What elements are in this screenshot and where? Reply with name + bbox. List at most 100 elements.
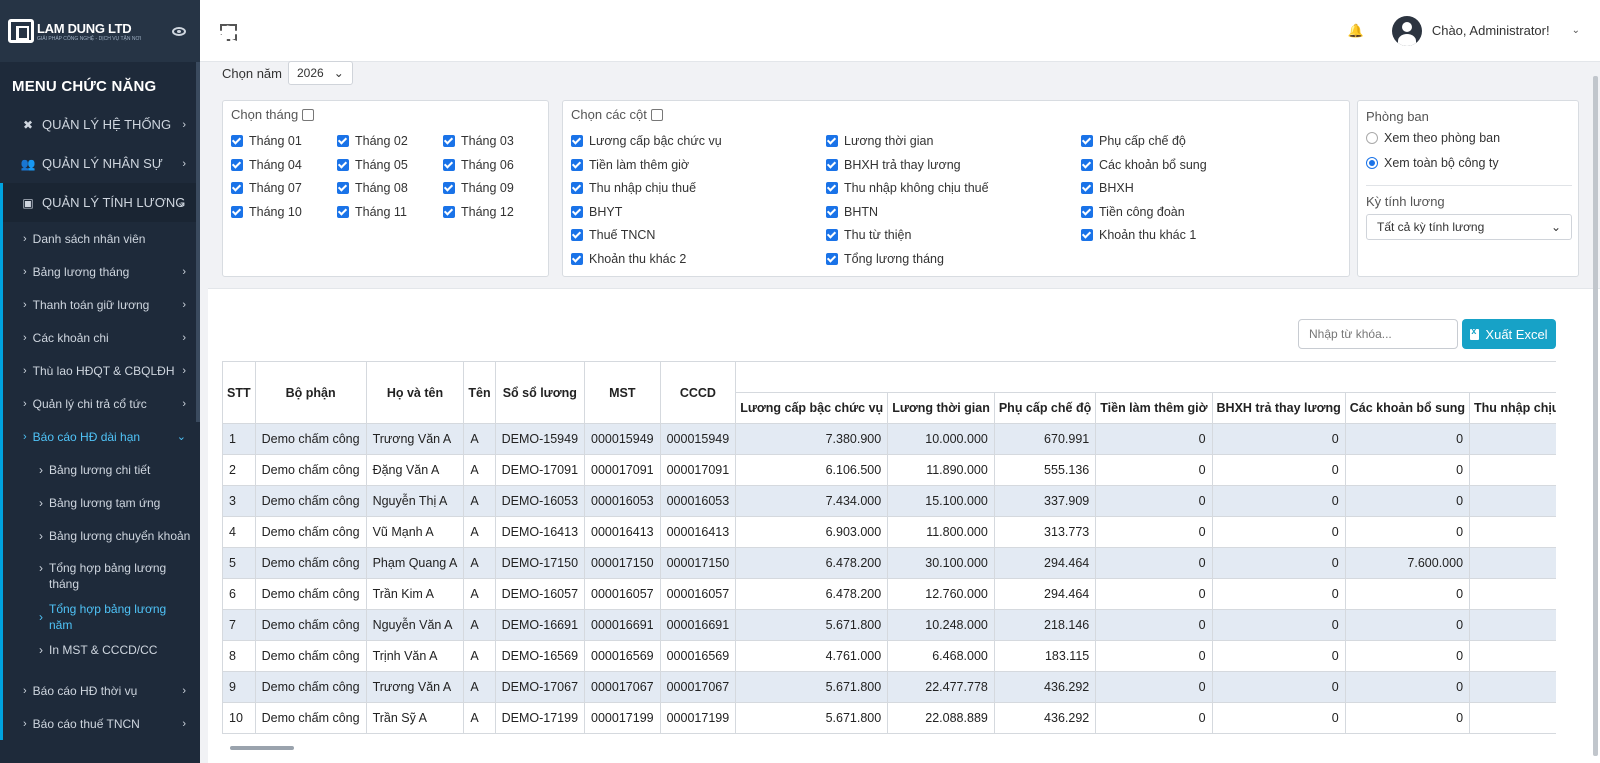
menu-item-label: QUẢN LÝ HỆ THỐNG bbox=[42, 117, 172, 132]
brand-tagline: GIẢI PHÁP CÔNG NGHỆ - DỊCH VỤ TẬN NƠI bbox=[37, 35, 142, 42]
column-checkbox[interactable]: Khoản thu khác 1 bbox=[1081, 228, 1196, 242]
table-cell: 0 bbox=[1211, 609, 1346, 641]
year-filter: Chọn năm 2026 ⌄ bbox=[222, 61, 353, 85]
month-checkbox[interactable]: Tháng 06 bbox=[443, 158, 514, 172]
table-row[interactable]: 7 Demo chấm công Nguyễn Văn A A DEMO-16691 00… bbox=[222, 609, 1556, 641]
select-all-columns-checkbox[interactable] bbox=[650, 108, 663, 121]
month-checkbox[interactable]: Tháng 01 bbox=[231, 134, 302, 148]
subsub-item-print-id[interactable]: › In MST & CCCD/CC bbox=[3, 633, 200, 666]
table-row[interactable]: 8 Demo chấm công Trịnh Văn A A DEMO-16569 000… bbox=[222, 640, 1556, 672]
column-checkbox[interactable]: Tiền làm thêm giờ bbox=[571, 158, 689, 172]
month-checkbox[interactable]: Tháng 02 bbox=[337, 134, 408, 148]
column-checkbox[interactable]: Khoản thu khác 2 bbox=[571, 252, 686, 266]
sub-item-salary-hold[interactable]: › Thanh toán giữ lương › bbox=[3, 288, 200, 321]
month-checkbox[interactable]: Tháng 05 bbox=[337, 158, 408, 172]
period-select[interactable]: Tất cả kỳ tính lương ⌄ bbox=[1366, 214, 1572, 240]
table-cell: Nguyễn Thị A bbox=[365, 485, 465, 517]
table-row[interactable]: 10 Demo chấm công Trần Sỹ A A DEMO-17199 0000… bbox=[222, 702, 1556, 734]
table-cell: 5.671.800 bbox=[735, 609, 889, 641]
radio-whole-company[interactable]: Xem toàn bộ công ty bbox=[1366, 156, 1499, 170]
chevron-right-icon: › bbox=[182, 157, 186, 170]
chevron-down-icon[interactable]: ⌄ bbox=[1572, 25, 1580, 36]
month-checkbox[interactable]: Tháng 03 bbox=[443, 134, 514, 148]
money-icon: ▣ bbox=[22, 195, 34, 210]
month-checkbox[interactable]: Tháng 09 bbox=[443, 181, 514, 195]
fullscreen-icon[interactable] bbox=[220, 24, 233, 37]
table-row[interactable]: 4 Demo chấm công Vũ Mạnh A A DEMO-16413 00001… bbox=[222, 516, 1556, 548]
select-all-months-checkbox[interactable] bbox=[302, 108, 315, 121]
bell-icon[interactable]: 🔔 bbox=[1348, 23, 1364, 39]
sub-item-employee-list[interactable]: › Danh sách nhân viên bbox=[3, 222, 200, 255]
subsub-item-transfer[interactable]: › Bảng lương chuyển khoản bbox=[3, 519, 200, 552]
checkbox-checked-icon bbox=[443, 135, 455, 147]
table-row[interactable]: 5 Demo chấm công Phạm Quang A A DEMO-17150 00… bbox=[222, 547, 1556, 579]
sub-item-board-pay[interactable]: › Thù lao HĐQT & CBQLĐH › bbox=[3, 354, 200, 387]
subsub-item-detail[interactable]: › Bảng lương chi tiết bbox=[3, 453, 200, 486]
sub-item-seasonal-report[interactable]: › Báo cáo HĐ thời vụ › bbox=[3, 674, 200, 707]
column-checkbox[interactable]: Lương cấp bậc chức vụ bbox=[571, 134, 722, 148]
sub-item-dividends[interactable]: › Quản lý chi trả cổ tức › bbox=[3, 387, 200, 420]
sub-item-longterm-report[interactable]: › Báo cáo HĐ dài hạn ⌄ bbox=[3, 420, 200, 453]
column-checkbox[interactable]: Các khoản bổ sung bbox=[1081, 158, 1207, 172]
subsub-item-advance[interactable]: › Bảng lương tạm ứng bbox=[3, 486, 200, 519]
column-checkbox[interactable]: Thu từ thiện bbox=[826, 228, 911, 242]
sub-item-monthly-payroll[interactable]: › Bảng lương tháng › bbox=[3, 255, 200, 288]
brand-bar: LAM DUNG LTD GIẢI PHÁP CÔNG NGHỆ - DỊCH … bbox=[0, 0, 200, 62]
payroll-table-container[interactable]: STT Bộ phận Họ và tên Tên Sổ sổ lương MST CCCD… bbox=[222, 361, 1556, 745]
column-checkbox[interactable]: Phụ cấp chế độ bbox=[1081, 134, 1186, 148]
table-cell: 000016691 bbox=[659, 609, 737, 641]
column-checkbox[interactable]: BHXH bbox=[1081, 181, 1134, 195]
month-checkbox[interactable]: Tháng 12 bbox=[443, 205, 514, 219]
subsub-item-monthly-summary[interactable]: › Tổng hợp bảng lương tháng bbox=[3, 552, 200, 600]
column-checkbox[interactable]: Thuế TNCN bbox=[571, 228, 655, 242]
table-cell: Trương Văn A bbox=[365, 671, 465, 703]
month-checkbox[interactable]: Tháng 04 bbox=[231, 158, 302, 172]
table-cell: 7 bbox=[222, 609, 256, 641]
column-checkbox[interactable]: BHTN bbox=[826, 205, 878, 219]
table-cell: 000015949 bbox=[584, 423, 661, 455]
menu-item-system[interactable]: ✖ QUẢN LÝ HỆ THỐNG › bbox=[0, 105, 200, 144]
table-cell: 183.115 bbox=[993, 640, 1097, 672]
table-row[interactable]: 2 Demo chấm công Đặng Văn A A DEMO-17091 0000… bbox=[222, 454, 1556, 486]
month-checkbox[interactable]: Tháng 11 bbox=[337, 205, 407, 219]
table-row[interactable]: 1 Demo chấm công Trương Văn A A DEMO-15949 00… bbox=[222, 423, 1556, 455]
table-cell: 436.292 bbox=[993, 671, 1097, 703]
period-title: Kỳ tính lương bbox=[1366, 194, 1445, 209]
sub-item-tax-report[interactable]: › Báo cáo thuế TNCN › bbox=[3, 707, 200, 740]
table-cell: DEMO-16691 bbox=[494, 609, 586, 641]
column-checkbox[interactable]: Lương thời gian bbox=[826, 134, 933, 148]
table-cell: Vũ Mạnh A bbox=[365, 516, 465, 548]
menu-item-hr[interactable]: 👥 QUẢN LÝ NHÂN SỰ › bbox=[0, 144, 200, 183]
column-checkbox[interactable]: Thu nhập không chịu thuế bbox=[826, 181, 989, 195]
eye-icon[interactable] bbox=[172, 26, 186, 36]
column-panel: Chọn các cột Lương cấp bậc chức vụ Lương … bbox=[562, 100, 1350, 277]
month-checkbox[interactable]: Tháng 08 bbox=[337, 181, 408, 195]
logo[interactable]: LAM DUNG LTD GIẢI PHÁP CÔNG NGHỆ - DỊCH … bbox=[8, 19, 141, 43]
column-checkbox[interactable]: Thu nhập chịu thuế bbox=[571, 181, 696, 195]
column-checkbox[interactable]: Tổng lương tháng bbox=[826, 252, 944, 266]
tools-icon: ✖ bbox=[22, 117, 34, 132]
avatar[interactable] bbox=[1391, 15, 1422, 46]
vertical-scrollbar[interactable] bbox=[1593, 76, 1598, 756]
table-cell: Demo chấm công bbox=[254, 423, 367, 455]
menu-item-payroll[interactable]: ▣ QUẢN LÝ TÍNH LƯƠNG ⌄ bbox=[0, 183, 200, 222]
checkbox-checked-icon bbox=[826, 135, 838, 147]
column-checkbox[interactable]: BHXH trả thay lương bbox=[826, 158, 961, 172]
radio-by-department[interactable]: Xem theo phòng ban bbox=[1366, 131, 1500, 145]
user-greeting[interactable]: Chào, Administrator! bbox=[1432, 23, 1550, 38]
table-row[interactable]: 9 Demo chấm công Trương Văn A A DEMO-17067 00… bbox=[222, 671, 1556, 703]
table-cell: 0 bbox=[1344, 671, 1471, 703]
month-checkbox[interactable]: Tháng 07 bbox=[231, 181, 302, 195]
export-excel-button[interactable]: Xuất Excel bbox=[1462, 319, 1556, 349]
column-checkbox[interactable]: Tiền công đoàn bbox=[1081, 205, 1185, 219]
month-checkbox[interactable]: Tháng 10 bbox=[231, 205, 302, 219]
column-checkbox[interactable]: BHYT bbox=[571, 205, 622, 219]
table-row[interactable]: 3 Demo chấm công Nguyễn Thị A A DEMO-16053 00… bbox=[222, 485, 1556, 517]
table-row[interactable]: 6 Demo chấm công Trần Kim A A DEMO-16057 0000… bbox=[222, 578, 1556, 610]
sub-item-expenses[interactable]: › Các khoản chi › bbox=[3, 321, 200, 354]
search-input[interactable] bbox=[1298, 319, 1458, 349]
subsub-item-yearly-summary[interactable]: › Tổng hợp bảng lương năm bbox=[3, 600, 200, 633]
horizontal-scrollbar[interactable] bbox=[230, 746, 294, 750]
year-select[interactable]: 2026 ⌄ bbox=[287, 61, 353, 85]
table-cell: 0 bbox=[1344, 702, 1471, 734]
